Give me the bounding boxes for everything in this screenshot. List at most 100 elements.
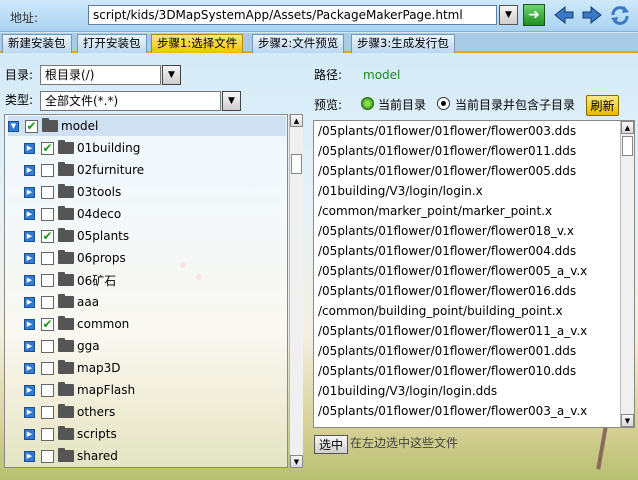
scroll-up-arrow[interactable]: ▲	[290, 114, 303, 127]
tab-open-package[interactable]: 打开安装包	[77, 34, 147, 53]
tree-item[interactable]: ▶ 03tools	[24, 182, 286, 202]
expand-icon[interactable]: ▶	[24, 274, 35, 286]
expand-icon[interactable]: ▶	[24, 406, 35, 418]
scroll-thumb[interactable]	[622, 136, 633, 156]
tree-item[interactable]: ▶ map3D	[24, 358, 286, 378]
tree-item[interactable]: ▶ ✔ 01building	[24, 138, 286, 158]
tree-item[interactable]: ▶ 06props	[24, 248, 286, 268]
file-list-item[interactable]: /05plants/01flower/01flower/flower016.dd…	[318, 281, 576, 301]
file-list-item[interactable]: /05plants/01flower/01flower/flower011.dd…	[318, 141, 576, 161]
tree-item[interactable]: ▶ 06矿石	[24, 270, 286, 290]
tab-new-package[interactable]: 新建安装包	[2, 34, 72, 53]
tree-checkbox[interactable]	[41, 163, 54, 177]
tree-item[interactable]: ▶ shared	[24, 446, 286, 466]
file-list-item[interactable]: /01building/V3/login/login.x	[318, 181, 483, 201]
file-list-item[interactable]: /05plants/01flower/01flower/flower001.dd…	[318, 341, 576, 361]
expand-icon[interactable]: ▶	[24, 340, 35, 352]
file-list-item[interactable]: /05plants/01flower/01flower/flower010.dd…	[318, 361, 576, 381]
tree-checkbox[interactable]: ✔	[41, 317, 54, 331]
tree-checkbox[interactable]	[41, 251, 54, 265]
file-list-item[interactable]: /05plants/01flower/01flower/flower005_a_…	[318, 261, 587, 281]
tree-item[interactable]: ▼ ✔ model	[8, 116, 286, 136]
refresh-page-button[interactable]	[608, 4, 632, 26]
tree-checkbox[interactable]: ✔	[41, 141, 54, 155]
tree-checkbox[interactable]	[41, 295, 54, 309]
expand-icon[interactable]: ▶	[24, 450, 35, 462]
refresh-button[interactable]: 刷新	[586, 95, 619, 116]
tree-item[interactable]: ▶ scripts	[24, 424, 286, 444]
chevron-down-icon: ▼	[505, 10, 512, 20]
tree-checkbox[interactable]: ✔	[25, 119, 38, 133]
type-label: 类型:	[5, 93, 34, 107]
tree-item[interactable]: ▶ others	[24, 402, 286, 422]
tree-checkbox[interactable]	[41, 427, 54, 441]
tree-checkbox[interactable]	[41, 273, 54, 287]
expand-icon[interactable]: ▶	[24, 384, 35, 396]
expand-icon[interactable]: ▶	[24, 318, 35, 330]
file-type-dropdown-button[interactable]: ▼	[222, 91, 241, 111]
radio-include-subdirectories[interactable]	[437, 97, 450, 110]
folder-icon	[58, 250, 74, 264]
tree-checkbox[interactable]	[41, 383, 54, 397]
expand-icon[interactable]: ▶	[24, 208, 35, 220]
tree-checkbox[interactable]	[41, 207, 54, 221]
scroll-down-arrow[interactable]: ▼	[290, 455, 303, 468]
expand-icon[interactable]: ▶	[24, 142, 35, 154]
scroll-thumb[interactable]	[291, 154, 302, 174]
file-list-item[interactable]: /05plants/01flower/01flower/flower003.dd…	[318, 121, 576, 141]
file-list-item[interactable]: /common/building_point/building_point.x	[318, 301, 563, 321]
tab-step1-select-files[interactable]: 步骤1:选择文件	[151, 34, 244, 53]
chevron-down-icon: ▼	[168, 70, 175, 80]
directory-select[interactable]: 根目录(/)	[40, 65, 161, 85]
tab-step2-file-preview[interactable]: 步骤2:文件预览	[252, 34, 345, 53]
expand-icon[interactable]: ▶	[24, 362, 35, 374]
file-type-select[interactable]: 全部文件(*.*)	[40, 91, 221, 111]
tree-checkbox[interactable]	[41, 339, 54, 353]
tree-item[interactable]: ▶ ✔ 05plants	[24, 226, 286, 246]
tree-checkbox[interactable]: ✔	[41, 229, 54, 243]
folder-icon	[58, 206, 74, 220]
scroll-up-arrow[interactable]: ▲	[621, 121, 634, 134]
folder-tree-scrollbar[interactable]: ▲ ▼	[289, 114, 303, 468]
folder-icon	[58, 360, 74, 374]
tree-checkbox[interactable]	[41, 405, 54, 419]
file-list-item[interactable]: /01building/V3/login/login.dds	[318, 381, 497, 401]
file-list-item[interactable]: /common/marker_point/marker_point.x	[318, 201, 552, 221]
tree-checkbox[interactable]	[41, 185, 54, 199]
tree-checkbox[interactable]	[41, 361, 54, 375]
scroll-down-arrow[interactable]: ▼	[621, 414, 634, 427]
tree-item-label: common	[77, 317, 130, 331]
file-list-item[interactable]: /05plants/01flower/01flower/flower004.dd…	[318, 241, 576, 261]
tree-item[interactable]: ▶ mapFlash	[24, 380, 286, 400]
file-list-item[interactable]: /05plants/01flower/01flower/flower003_a_…	[318, 401, 587, 421]
file-list-item[interactable]: /05plants/01flower/01flower/flower005.dd…	[318, 161, 576, 181]
file-list-item[interactable]: /05plants/01flower/01flower/flower011_a_…	[318, 321, 587, 341]
expand-icon[interactable]: ▶	[24, 164, 35, 176]
tree-item[interactable]: ▶ gga	[24, 336, 286, 356]
back-button[interactable]	[552, 4, 576, 26]
expand-icon[interactable]: ▶	[24, 428, 35, 440]
tree-checkbox[interactable]	[41, 449, 54, 463]
expand-icon[interactable]: ▶	[24, 186, 35, 198]
address-input[interactable]: script/kids/3DMapSystemApp/Assets/Packag…	[88, 5, 497, 25]
tree-item[interactable]: ▶ 04deco	[24, 204, 286, 224]
folder-icon	[58, 316, 74, 330]
go-button[interactable]: ➜	[523, 4, 545, 26]
tree-item[interactable]: ▶ 02furniture	[24, 160, 286, 180]
tab-step3-generate-release[interactable]: 步骤3:生成发行包	[351, 34, 455, 53]
expand-icon[interactable]: ▶	[24, 252, 35, 264]
expand-icon[interactable]: ▶	[24, 230, 35, 242]
file-list-item[interactable]: /05plants/01flower/01flower/flower018_v.…	[318, 221, 574, 241]
expand-icon[interactable]: ▶	[24, 296, 35, 308]
collapse-icon[interactable]: ▼	[8, 120, 19, 132]
radio-current-directory[interactable]	[361, 97, 374, 110]
forward-button[interactable]	[580, 4, 604, 26]
select-button[interactable]: 选中	[314, 435, 348, 454]
file-list-scrollbar[interactable]: ▲ ▼	[620, 121, 634, 427]
tree-item[interactable]: ▶ aaa	[24, 292, 286, 312]
tree-item[interactable]: ▶ ✔ common	[24, 314, 286, 334]
tree-item-label: 01building	[77, 141, 141, 155]
address-dropdown-button[interactable]: ▼	[499, 5, 518, 25]
directory-dropdown-button[interactable]: ▼	[162, 65, 181, 85]
tree-item-label: map3D	[77, 361, 121, 375]
